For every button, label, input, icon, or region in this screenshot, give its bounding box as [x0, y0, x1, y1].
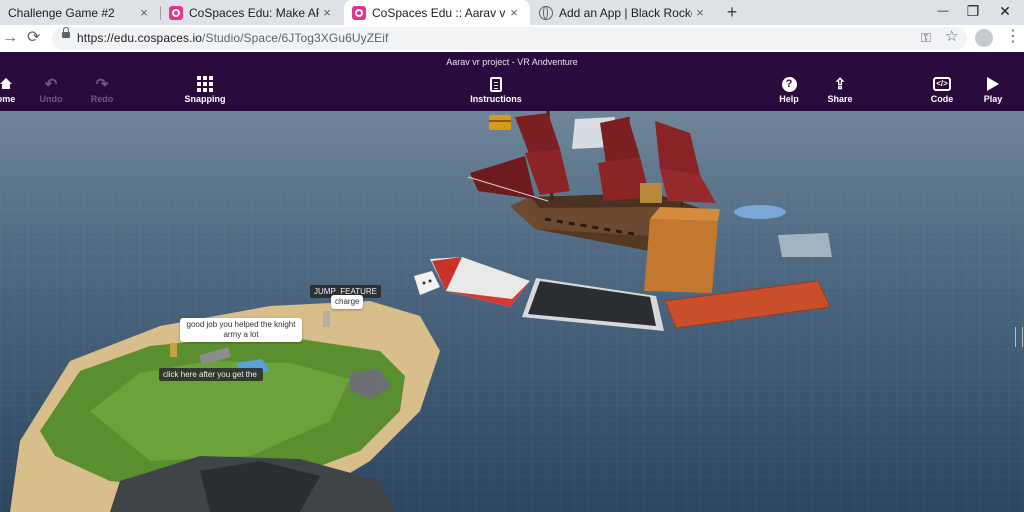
key-icon[interactable]: ⚿	[921, 30, 931, 46]
home-icon	[0, 78, 12, 89]
knight-figure	[170, 343, 177, 357]
tab-challenge-game[interactable]: Challenge Game #2 ×	[0, 0, 160, 25]
undo-button[interactable]: ↶ Undo	[36, 74, 66, 108]
undo-label: Undo	[39, 94, 63, 104]
treasure-chest	[489, 115, 511, 130]
tab-cospaces-make[interactable]: CoSpaces Edu: Make AR & VR in ×	[161, 0, 343, 25]
tab-cospaces-project[interactable]: CoSpaces Edu :: Aarav vr project ×	[344, 0, 530, 25]
share-icon: ⇪	[833, 76, 847, 93]
cospaces-icon	[352, 5, 366, 20]
lock-icon	[62, 27, 70, 38]
browser-tab-strip: Challenge Game #2 × CoSpaces Edu: Make A…	[0, 0, 1024, 25]
dice-pip	[428, 279, 432, 283]
grid-icon	[197, 76, 213, 92]
redo-icon: ↷	[95, 76, 109, 93]
help-label: Help	[779, 94, 799, 104]
code-icon: </>	[933, 77, 951, 91]
panel-resize-handle[interactable]	[1015, 327, 1023, 347]
snapping-button[interactable]: Snapping	[180, 74, 230, 108]
share-label: Share	[827, 94, 853, 104]
click-here-label[interactable]: click here after you get the	[159, 368, 263, 381]
home-button[interactable]: ome	[0, 74, 18, 108]
orange-crate	[644, 219, 718, 293]
tab-close-icon[interactable]: ×	[692, 5, 708, 20]
charge-label[interactable]: charge	[331, 295, 364, 309]
back-arrow-icon[interactable]: →	[2, 28, 18, 48]
play-icon	[987, 77, 999, 91]
project-title: Aarav vr project - VR Andventure	[446, 57, 578, 67]
tab-title: CoSpaces Edu: Make AR & VR in	[189, 5, 319, 20]
grey-tile	[778, 233, 832, 257]
dice-pip	[422, 281, 426, 285]
cospaces-header: Aarav vr project - VR Andventure ome ↶ U…	[0, 52, 1024, 111]
speech-bubble[interactable]: good job you helped the knight army a lo…	[180, 318, 302, 342]
code-label: Code	[930, 94, 954, 104]
home-label: ome	[0, 94, 16, 104]
url-host: https://edu.cospaces.io	[77, 31, 203, 45]
kebab-menu-icon[interactable]: ⋮	[1005, 27, 1021, 47]
help-button[interactable]: ? Help	[773, 74, 805, 108]
cospaces-icon	[169, 5, 183, 20]
minimize-icon[interactable]: —	[928, 0, 958, 25]
code-button[interactable]: </> Code	[926, 74, 958, 108]
close-window-icon[interactable]: ✕	[990, 0, 1020, 25]
tab-title: Challenge Game #2	[8, 5, 115, 20]
tab-close-icon[interactable]: ×	[506, 5, 522, 20]
scene-canvas	[0, 111, 1024, 512]
clipboard-icon	[490, 76, 502, 92]
scene-viewport[interactable]: JUMP_FEATURE charge good job you helped …	[0, 111, 1024, 512]
tab-close-icon[interactable]: ×	[136, 5, 152, 20]
play-label: Play	[983, 94, 1003, 104]
chest-band	[489, 120, 511, 122]
instructions-button[interactable]: Instructions	[466, 74, 526, 108]
blue-disc	[734, 205, 786, 219]
url-text: https://edu.cospaces.io/Studio/Space/6JT…	[77, 31, 388, 45]
instructions-label: Instructions	[470, 94, 522, 104]
crate-top	[650, 207, 720, 221]
redo-button[interactable]: ↷ Redo	[87, 74, 117, 108]
browser-toolbar: → ⟳ https://edu.cospaces.io/Studio/Space…	[0, 25, 1024, 52]
undo-icon: ↶	[44, 76, 58, 93]
profile-avatar[interactable]	[975, 29, 993, 47]
tab-black-rocket[interactable]: Add an App | Black Rocket Arcad ×	[531, 0, 716, 25]
address-bar[interactable]: https://edu.cospaces.io/Studio/Space/6JT…	[52, 27, 967, 50]
knight-figure	[323, 311, 330, 327]
globe-icon	[539, 5, 553, 20]
play-button[interactable]: Play	[978, 74, 1008, 108]
url-path: /Studio/Space/6JTog3XGu6UyZEif	[202, 31, 389, 45]
tab-title: CoSpaces Edu :: Aarav vr project	[372, 5, 506, 20]
restore-icon[interactable]: ❐	[958, 0, 988, 25]
new-tab-button[interactable]: +	[722, 2, 742, 22]
reload-icon[interactable]: ⟳	[27, 28, 40, 48]
tab-close-icon[interactable]: ×	[319, 5, 335, 20]
snapping-label: Snapping	[184, 94, 226, 104]
redo-label: Redo	[90, 94, 114, 104]
tab-title: Add an App | Black Rocket Arcad	[559, 5, 692, 20]
share-button[interactable]: ⇪ Share	[822, 74, 858, 108]
star-icon[interactable]: ☆	[945, 27, 958, 45]
help-icon: ?	[781, 76, 797, 92]
